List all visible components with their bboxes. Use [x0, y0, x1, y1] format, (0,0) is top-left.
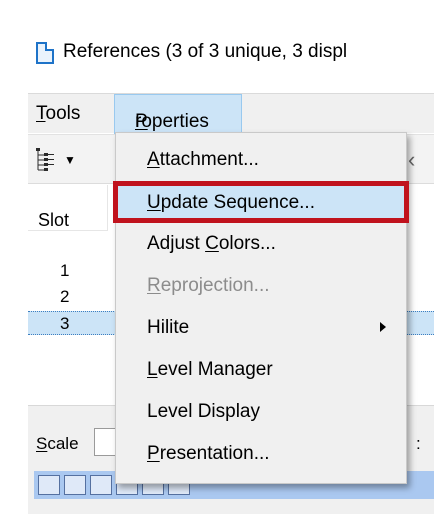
menu-item-presentation[interactable]: Presentation... [116, 435, 406, 471]
chevron-down-icon[interactable]: ▼ [64, 153, 76, 167]
tool-icon[interactable] [64, 475, 86, 495]
menu-item-reprojection: Reprojection... [147, 275, 270, 296]
colon-label: : [416, 434, 421, 453]
slot-cell: 3 [60, 314, 70, 333]
column-header-label: Slot [38, 210, 70, 230]
menu-item-adjust-colors[interactable]: Adjust Colors... [116, 225, 406, 261]
tool-icon[interactable] [90, 475, 112, 495]
tree-view-icon[interactable] [34, 146, 56, 172]
menu-tools-label: ools [45, 103, 81, 124]
submenu-arrow-icon [380, 322, 386, 332]
menu-bar: Tools Properties [28, 93, 434, 134]
scale-label: Scale [36, 434, 79, 453]
column-header-slot[interactable]: Slot [28, 185, 108, 231]
properties-dropdown-menu: Attachment... Update Sequence... Adjust … [113, 132, 409, 484]
slot-cell: 2 [60, 287, 70, 306]
title-bar: References (3 of 3 unique, 3 displ [0, 0, 434, 80]
menu-item-level-display[interactable]: Level Display [116, 393, 406, 429]
menu-item-level-manager[interactable]: Level Manager [116, 351, 406, 387]
menu-properties[interactable]: Properties [114, 94, 242, 134]
slot-cell: 1 [60, 261, 70, 280]
menu-item-attachment[interactable]: Attachment... [116, 141, 406, 177]
references-window: References (3 of 3 unique, 3 displ Tools… [0, 0, 434, 514]
menu-item-update-sequence[interactable]: Update Sequence... [113, 181, 409, 223]
menu-properties-text: roperties [135, 111, 209, 132]
chevron-left-icon[interactable]: ‹ [408, 147, 415, 173]
tool-icon[interactable] [38, 475, 60, 495]
window-title: References (3 of 3 unique, 3 displ [63, 41, 348, 62]
menu-item-hilite[interactable]: Hilite [116, 309, 406, 345]
menu-tools[interactable]: Tools [36, 103, 80, 125]
document-icon [36, 42, 54, 64]
menu-tools-mnemonic: T [36, 103, 46, 124]
